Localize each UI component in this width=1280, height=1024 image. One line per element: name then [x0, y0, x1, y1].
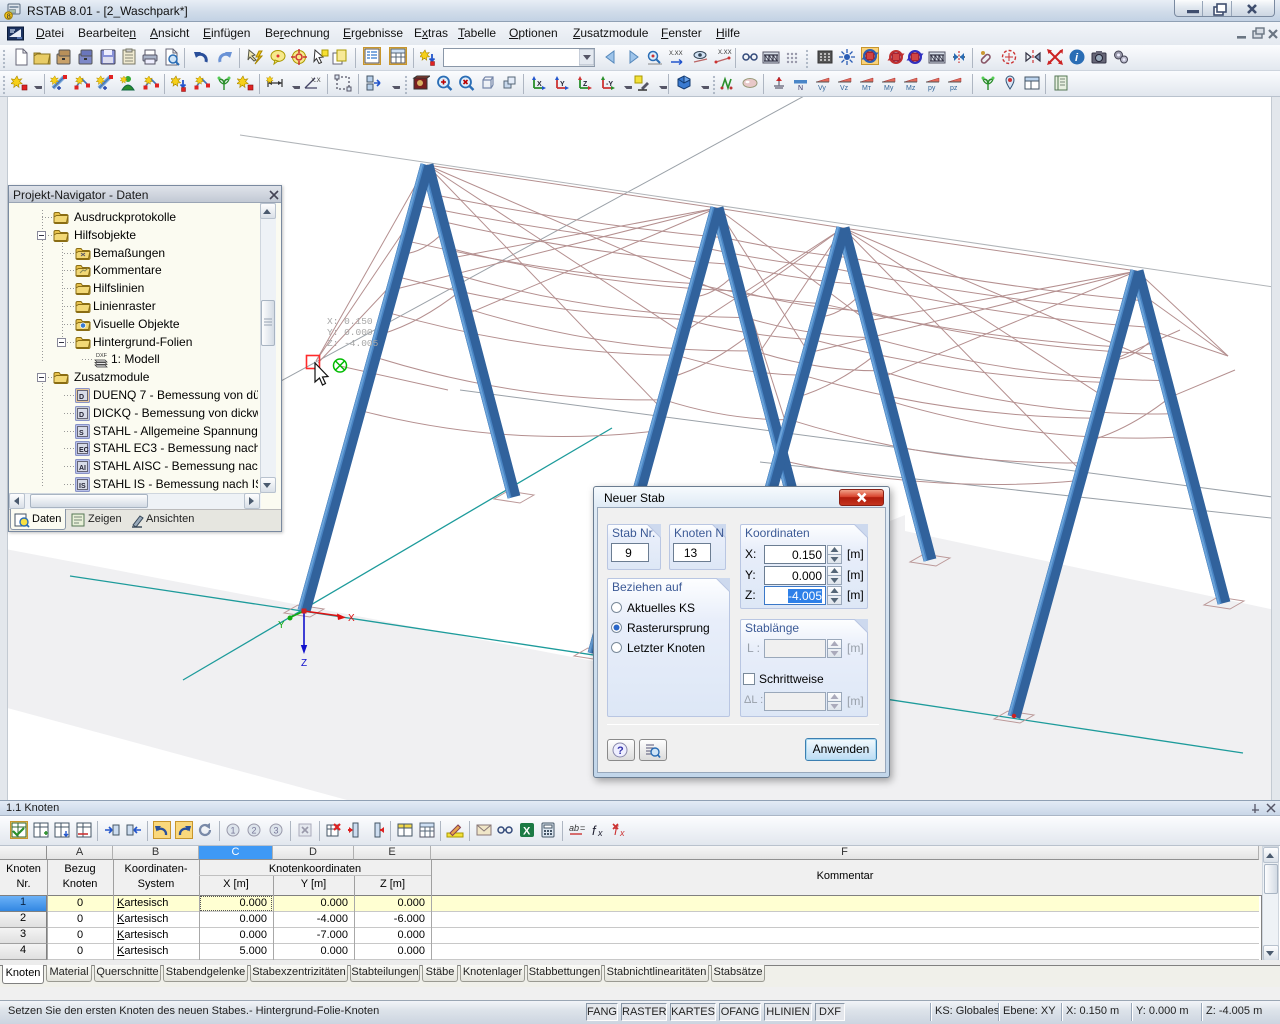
svg-text:AI: AI [79, 465, 86, 472]
svg-text:Y: Y [278, 620, 285, 631]
svg-text:D: D [79, 394, 84, 401]
svg-text:X.XX: X.XX [311, 78, 321, 84]
svg-text:?: ? [617, 745, 624, 757]
svg-text:ab: ab [569, 823, 579, 833]
svg-text:S: S [79, 430, 84, 437]
svg-text:Vy: Vy [818, 85, 826, 92]
svg-text:X: X [523, 826, 531, 838]
svg-text:Z: Z [583, 81, 588, 88]
svg-text:Mz: Mz [906, 85, 916, 92]
svg-text:f: f [592, 823, 597, 838]
svg-text:x: x [619, 828, 625, 838]
svg-text:f: f [614, 823, 619, 838]
svg-text:py: py [928, 85, 936, 92]
svg-text:EC: EC [79, 447, 89, 454]
svg-text:Y: Y [560, 81, 565, 88]
svg-text:2: 2 [252, 826, 257, 836]
svg-text:8: 8 [7, 11, 11, 20]
svg-text:1: 1 [230, 826, 235, 836]
svg-text:-Y: -Y [606, 81, 613, 88]
svg-text:X.XX: X.XX [669, 51, 683, 57]
svg-text:Mт: Mт [862, 85, 872, 92]
svg-text:X: X [348, 613, 355, 624]
svg-text:IS: IS [79, 483, 86, 490]
svg-text:DXF: DXF [96, 353, 108, 359]
svg-text:x: x [597, 828, 603, 838]
svg-text:Y: 0.000: Y: 0.000 [327, 327, 373, 338]
svg-text:X.XX: X.XX [718, 50, 732, 56]
svg-text:N: N [798, 85, 803, 92]
svg-text:Z: Z [301, 658, 307, 669]
svg-text:pz: pz [950, 85, 958, 92]
svg-text:=: = [580, 823, 585, 833]
svg-text:My: My [884, 85, 894, 92]
svg-text:X: X [537, 81, 542, 88]
svg-text:3: 3 [273, 826, 278, 836]
svg-text:Z: -4.005: Z: -4.005 [327, 338, 379, 349]
svg-text:Vz: Vz [840, 85, 849, 92]
svg-text:D: D [79, 412, 84, 419]
svg-text:X: 0.150: X: 0.150 [327, 316, 373, 327]
